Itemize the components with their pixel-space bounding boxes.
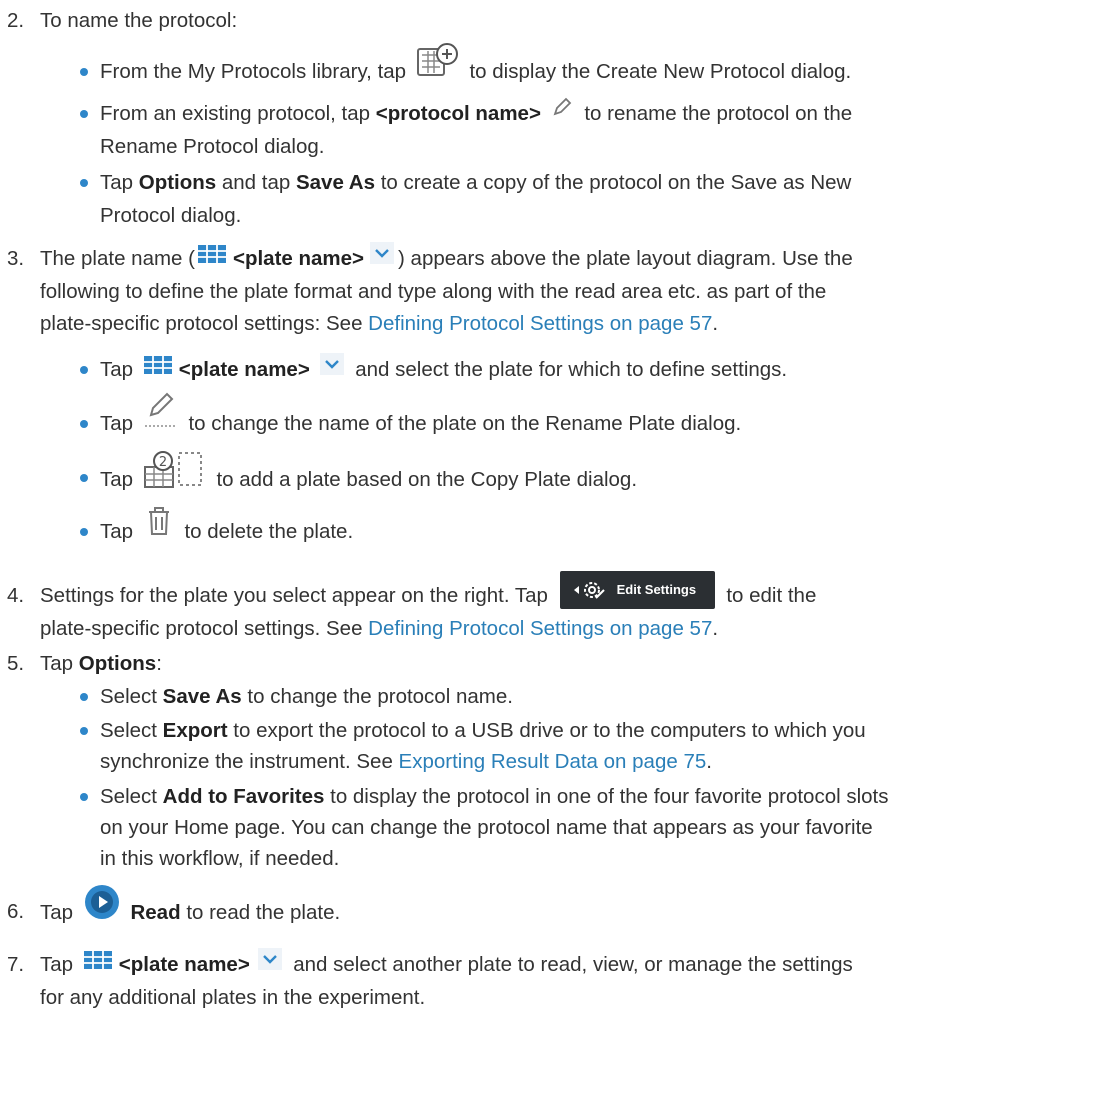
- bullet-dot: [80, 727, 88, 735]
- trash-icon[interactable]: [147, 506, 171, 545]
- step5-bullet-3-line3: in this workflow, if needed.: [100, 847, 340, 870]
- step-number: 4.: [7, 584, 25, 607]
- bullet-dot: [80, 528, 88, 536]
- bullet-dot: [80, 366, 88, 374]
- bullet-dot: [80, 693, 88, 701]
- step3-bullet-2: Tap to change the name of the plate on t…: [100, 392, 741, 439]
- bullet-dot: [80, 420, 88, 428]
- step-text: To name the protocol:: [40, 9, 238, 32]
- bullet-dot: [80, 110, 88, 118]
- chevron-down-icon[interactable]: [319, 353, 344, 384]
- settings-gear-icon: [573, 581, 605, 599]
- step-7-line2: for any additional plates in the experim…: [40, 986, 426, 1009]
- create-protocol-icon[interactable]: [416, 41, 458, 88]
- bullet-dot: [80, 179, 88, 187]
- step2-bullet-2: From an existing protocol, tap <protocol…: [100, 96, 852, 129]
- step2-bullet-2-line2: Rename Protocol dialog.: [100, 135, 325, 158]
- step5-bullet-2-line2: synchronize the instrument. See Exportin…: [100, 750, 712, 773]
- step-number: 3.: [7, 247, 25, 270]
- svg-text:2: 2: [159, 455, 167, 470]
- bullet-dot: [80, 793, 88, 801]
- pencil-icon[interactable]: [551, 96, 573, 127]
- step-number: 7.: [7, 953, 25, 976]
- step5-bullet-3: Select Add to Favorites to display the p…: [100, 785, 889, 808]
- step3-bullet-3: Tap 2 to add a plate based on the Copy P…: [100, 451, 637, 498]
- exporting-result-data-link[interactable]: Exporting Result Data on page 75: [399, 750, 707, 773]
- play-read-icon[interactable]: [83, 883, 121, 930]
- step-number: 2.: [7, 9, 25, 32]
- step5-bullet-2: Select Export to export the protocol to …: [100, 719, 866, 742]
- step3-bullet-1: Tap <plate name> and select the plate fo…: [100, 353, 787, 385]
- step3-bullet-4: Tap to delete the plate.: [100, 507, 353, 547]
- step5-bullet-3-line2: on your Home page. You can change the pr…: [100, 816, 873, 839]
- defining-protocol-settings-link[interactable]: Defining Protocol Settings on page 57: [368, 617, 712, 640]
- step-number: 6.: [7, 900, 25, 923]
- plate-grid-icon[interactable]: [197, 243, 227, 273]
- rename-plate-icon[interactable]: [143, 389, 177, 438]
- plate-grid-icon[interactable]: [143, 354, 173, 384]
- step2-bullet-1: From the My Protocols library, tap to di…: [100, 43, 851, 88]
- step5-bullet-1: Select Save As to change the protocol na…: [100, 685, 513, 708]
- step-4-line2: plate-specific protocol settings. See De…: [40, 617, 719, 640]
- copy-plate-icon[interactable]: 2: [143, 449, 205, 498]
- step2-bullet-3-line2: Protocol dialog.: [100, 204, 242, 227]
- edit-settings-button[interactable]: Edit Settings: [559, 570, 715, 609]
- step-3-line2: following to define the plate format and…: [40, 280, 827, 303]
- step-3-line3: plate-specific protocol settings: See De…: [40, 312, 719, 335]
- bullet-dot: [80, 68, 88, 76]
- chevron-down-icon[interactable]: [370, 242, 395, 273]
- plate-grid-icon[interactable]: [83, 949, 113, 979]
- step-number: 5.: [7, 652, 25, 675]
- bullet-dot: [80, 474, 88, 482]
- step2-bullet-3: Tap Options and tap Save As to create a …: [100, 171, 852, 194]
- defining-protocol-settings-link[interactable]: Defining Protocol Settings on page 57: [368, 312, 712, 335]
- chevron-down-icon[interactable]: [257, 948, 282, 979]
